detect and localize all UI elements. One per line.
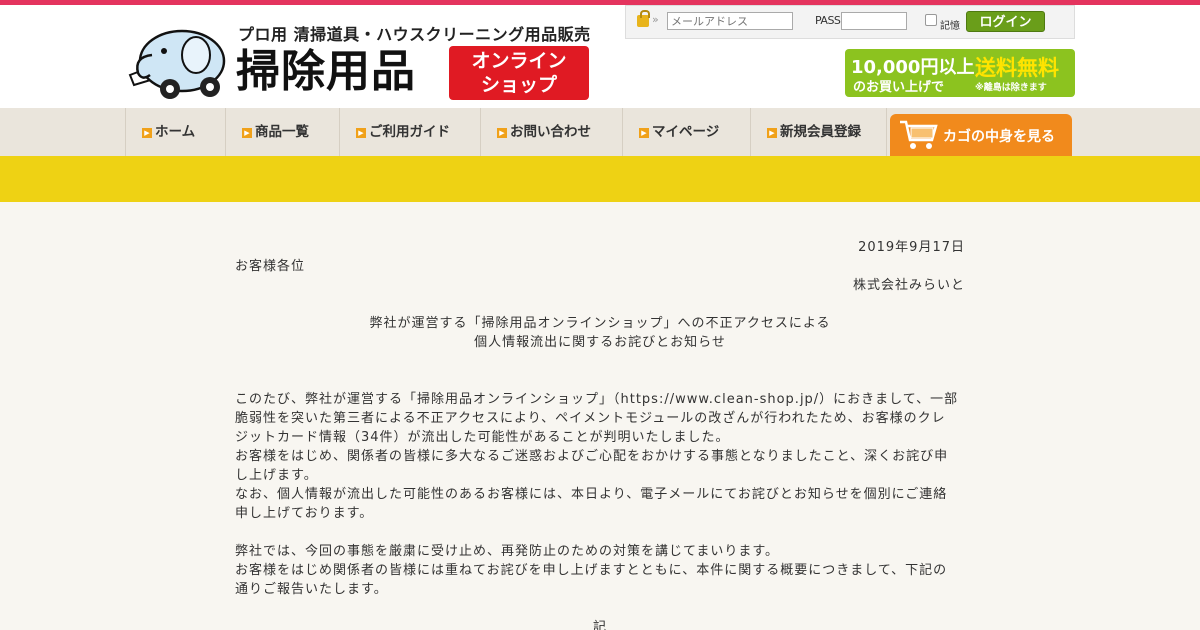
online-shop-badge: オンライン ショップ — [449, 46, 589, 100]
notice-line: なお、個人情報が流出した可能性のあるお客様には、本日より、電子メールにてお詫びと… — [235, 487, 948, 502]
free-shipping-headline: 送料無料 — [975, 56, 1059, 80]
remember-label: 記憶 — [940, 21, 960, 32]
login-form: » PASS: 記憶 ログイン — [625, 5, 1075, 39]
notice-line: 脆弱性を突いた第三者による不正アクセスにより、ペイメントモジュールの改ざんが行わ… — [235, 411, 946, 426]
free-shipping-condition: のお買い上げで — [853, 80, 945, 95]
double-chevron-icon: » — [652, 13, 659, 26]
notice-paragraph: 弊社では、今回の事態を厳粛に受け止め、再発防止のための対策を講じてまいります。 … — [235, 542, 965, 599]
nav-item-guide[interactable]: ▶ ご利用ガイド — [340, 108, 481, 156]
arrow-right-icon: ▶ — [242, 128, 252, 138]
arrow-right-icon: ▶ — [639, 128, 649, 138]
nav-item-label: ホーム — [155, 124, 196, 140]
nav-item-label: お問い合わせ — [510, 124, 591, 140]
nav-item-label: マイページ — [652, 124, 720, 140]
free-shipping-note: ※離島は除きます — [975, 83, 1047, 93]
site-logo[interactable]: プロ用 清掃道具・ハウスクリーニング用品販売 掃除用品 オンライン ショップ — [124, 19, 594, 105]
notice-date: 2019年9月17日 — [858, 240, 965, 255]
notice-company: 株式会社みらいと — [852, 278, 965, 293]
notice-line: 申し上げております。 — [235, 506, 374, 521]
brand-name: 掃除用品 — [236, 46, 416, 97]
badge-line-2: ショップ — [480, 74, 557, 96]
notice-line: ジットカード情報（34件）が流出した可能性があることが判明いたしました。 — [235, 430, 730, 445]
badge-line-1: オンライン — [471, 50, 567, 72]
notice-recipient: お客様各位 — [235, 259, 306, 274]
pass-label: PASS: — [815, 14, 844, 27]
nav-item-products[interactable]: ▶ 商品一覧 — [226, 108, 340, 156]
arrow-right-icon: ▶ — [142, 128, 152, 138]
nav-item-contact[interactable]: ▶ お問い合わせ — [481, 108, 623, 156]
notice-title: 弊社が運営する「掃除用品オンラインショップ」への不正アクセスによる 個人情報流出… — [235, 314, 965, 352]
notice-line: お客様をはじめ、関係者の皆様に多大なるご迷惑およびご心配をおかけする事態となりま… — [235, 449, 949, 464]
arrow-right-icon: ▶ — [767, 128, 777, 138]
view-cart-label: カゴの中身を見る — [943, 129, 1055, 145]
notice-line: 弊社では、今回の事態を厳粛に受け止め、再発防止のための対策を講じてまいります。 — [235, 544, 780, 559]
shopping-cart-icon — [900, 120, 938, 149]
notice-paragraph: このたび、弊社が運営する「掃除用品オンラインショップ」（https://www.… — [235, 390, 965, 523]
nav-item-mypage[interactable]: ▶ マイページ — [623, 108, 751, 156]
nav-item-label: 商品一覧 — [255, 124, 309, 140]
notice-title-line: 弊社が運営する「掃除用品オンラインショップ」への不正アクセスによる — [369, 316, 831, 331]
lock-icon — [637, 10, 650, 27]
elephant-mascot-icon — [128, 29, 226, 99]
nav-item-label: ご利用ガイド — [369, 124, 450, 140]
notice-content: 2019年9月17日 お客様各位 株式会社みらいと 弊社が運営する「掃除用品オン… — [235, 238, 965, 630]
notice-title-line: 個人情報流出に関するお詫びとお知らせ — [474, 335, 726, 350]
notice-line: し上げます。 — [235, 468, 318, 483]
notice-ki-heading: 記 — [592, 620, 607, 630]
arrow-right-icon: ▶ — [497, 128, 507, 138]
nav-item-home[interactable]: ▶ ホーム — [125, 108, 226, 156]
site-tagline: プロ用 清掃道具・ハウスクリーニング用品販売 — [238, 25, 591, 44]
free-shipping-banner[interactable]: 10,000円以上 のお買い上げで 送料無料 ※離島は除きます — [845, 49, 1075, 97]
password-input[interactable] — [841, 12, 907, 30]
arrow-right-icon: ▶ — [356, 128, 366, 138]
nav-item-label: 新規会員登録 — [780, 124, 861, 140]
yellow-banner-band — [0, 156, 1200, 202]
login-button[interactable]: ログイン — [966, 11, 1045, 32]
notice-line: お客様をはじめ関係者の皆様には重ねてお詫びを申し上げますとともに、本件に関する概… — [235, 563, 948, 578]
email-input[interactable] — [667, 12, 793, 30]
view-cart-button[interactable]: カゴの中身を見る — [890, 114, 1072, 156]
remember-checkbox[interactable] — [925, 14, 937, 26]
nav-item-register[interactable]: ▶ 新規会員登録 — [751, 108, 887, 156]
notice-line: このたび、弊社が運営する「掃除用品オンラインショップ」（https://www.… — [235, 392, 959, 407]
notice-line: 通りご報告いたします。 — [235, 582, 388, 597]
